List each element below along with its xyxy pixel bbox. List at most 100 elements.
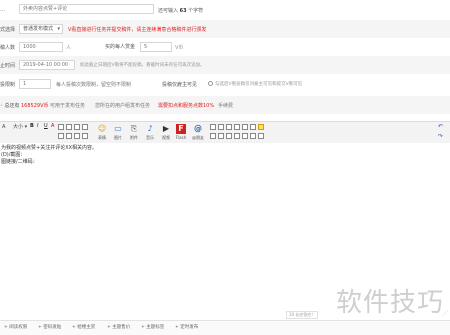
fee-label: ◦ 总还有 [0, 102, 20, 109]
option-password[interactable]: + 密码发贴 [38, 324, 61, 330]
count-row: 稿人数 1000 人 买的每人赏金 5 V币 [0, 38, 450, 56]
hide-icon[interactable] [226, 124, 232, 130]
chevron-down-icon: ▾ [57, 26, 60, 32]
editor-line: (D)/截图： [1, 152, 26, 158]
deadline-label: 止时间 [0, 63, 16, 69]
smiley-icon[interactable] [258, 124, 264, 130]
attachment-label: 附件 [130, 135, 138, 140]
poll-icon[interactable] [242, 133, 248, 139]
deadline-row: 止时间 2019-04-10 00:00 如此截止日期后V看将不能投稿，看截时间… [0, 56, 450, 74]
link-icon[interactable] [66, 133, 72, 139]
mode-select[interactable]: 普通发布模式 ▾ [19, 24, 63, 34]
table-icon[interactable] [82, 133, 88, 139]
counter-value: 63 [179, 8, 187, 14]
undo-icon[interactable]: ↶ [438, 123, 443, 130]
indent-icon[interactable] [58, 133, 64, 139]
option-tip-owner[interactable]: + 给楼主赏 [72, 324, 95, 330]
font-size-select[interactable]: A 大小 ▾ [2, 123, 27, 130]
bold-icon[interactable]: B [30, 123, 34, 129]
list-icon[interactable] [82, 124, 88, 130]
flash-icon[interactable]: F [176, 124, 186, 134]
map-icon[interactable] [234, 133, 240, 139]
underline-icon[interactable]: U [44, 123, 48, 129]
deadline-input[interactable]: 2019-04-10 00:00 [19, 60, 75, 70]
superscript-icon[interactable] [210, 133, 216, 139]
mode-warning: V看直接进行任务并提交稿件，请主连续满意合格稿件进行颁发 [68, 27, 207, 33]
flash-label: Flash [175, 135, 187, 140]
quote-icon[interactable] [218, 124, 224, 130]
subscript-icon[interactable] [218, 133, 224, 139]
count-label: 稿人数 [0, 45, 16, 51]
limit-label: 投限制 [0, 82, 16, 88]
align-left-icon[interactable] [58, 124, 64, 130]
balance-note: 可用于发布任务 [50, 103, 86, 109]
editor-toolbar: A 大小 ▾ B I U A ☺ 表情 ▭ 图片 ⎘ 附件 ♪ 音乐 ▶ 视频 … [0, 121, 450, 145]
video-label: 视频 [162, 135, 170, 140]
at-icon[interactable]: @ [192, 124, 204, 134]
visibility-label: 投稿仅雇主可见 [162, 82, 198, 88]
password-icon[interactable] [234, 124, 240, 130]
editor-line: 图链接/二维码： [1, 159, 38, 165]
format-icon[interactable] [226, 133, 232, 139]
limit-note: 每人投稿次数限制，留空则不限制 [56, 82, 132, 88]
lock-icon[interactable] [250, 124, 256, 130]
option-schedule[interactable]: + 定时发布 [175, 324, 198, 330]
count-unit: 人 [66, 45, 72, 51]
italic-icon[interactable]: I [37, 123, 38, 129]
editor-line: 为我的视频点赞+关注并评论XX相关内容。 [1, 145, 98, 151]
chart-icon[interactable] [250, 133, 256, 139]
chevron-down-icon: ▾ [24, 124, 28, 130]
font-size-label: 大小 [13, 124, 24, 130]
emoji-label: 表情 [98, 135, 106, 140]
fee-note: 您所在的用户组发布任务 [95, 103, 151, 109]
mode-select-value: 普通发布模式 [23, 26, 54, 32]
deadline-note: 如此截止日期后V看将不能投稿，看截时间未有任可再次追加。 [80, 63, 205, 68]
reward-unit: V币 [175, 45, 184, 51]
option-price[interactable]: + 主题售价 [107, 324, 130, 330]
attachment-icon[interactable]: ⎘ [128, 124, 140, 134]
video-icon[interactable]: ▶ [160, 124, 172, 134]
music-icon[interactable]: ♪ [144, 124, 156, 134]
emoji-icon[interactable]: ☺ [96, 124, 108, 134]
title-counter: 还可输入 63 个字符 [158, 7, 203, 14]
mode-label: 式选择 [0, 27, 16, 33]
editor-status-bar: 10 长应答应！ ⋰ [0, 310, 450, 319]
char-counter: 10 长应答应！ [286, 311, 319, 319]
mode-row: 式选择 普通发布模式 ▾ V看直接进行任务并提交稿件，请主连续满意合格稿件进行颁… [0, 20, 450, 38]
visibility-note: 勾选后V看投稿仅对雇主可见和提交V看可见 [215, 82, 303, 87]
title-row: … 外卖内容点赞+评论 还可输入 63 个字符 [0, 0, 450, 20]
count-input[interactable]: 1000 [19, 42, 63, 52]
counter-suffix: 个字符 [188, 8, 204, 14]
title-label: … [0, 7, 5, 13]
reward-label: 买的每人赏金 [105, 44, 136, 50]
info-icon: ◦ [0, 103, 3, 109]
visibility-radio[interactable] [208, 81, 213, 86]
font-color-icon[interactable]: A [2, 124, 5, 130]
reward-input[interactable]: 5 [140, 42, 172, 52]
fee-red-note: 需要扣点和服务点数10% [158, 103, 215, 109]
text-color-icon[interactable]: A [51, 123, 54, 129]
code-icon[interactable] [210, 124, 216, 130]
music-label: 音乐 [146, 135, 154, 140]
redo-icon[interactable]: ↷ [438, 133, 443, 140]
align-right-icon[interactable] [74, 124, 80, 130]
free-icon[interactable] [242, 124, 248, 130]
game-icon[interactable] [258, 133, 264, 139]
balance-amount: 168529V币 [21, 103, 49, 109]
unlink-icon[interactable] [74, 133, 80, 139]
image-icon[interactable]: ▭ [112, 124, 124, 134]
limit-row: 投限制 1 每人投稿次数限制，留空则不限制 投稿仅雇主可见 勾选后V看投稿仅对雇… [0, 74, 450, 94]
limit-input[interactable]: 1 [19, 79, 51, 89]
fee-label-text: 总还有 [4, 103, 20, 109]
title-input[interactable]: 外卖内容点赞+评论 [19, 4, 154, 14]
align-center-icon[interactable] [66, 124, 72, 130]
fee-row: ◦ 总还有 168529V币 可用于发布任务 您所在的用户组发布任务 需要扣点和… [0, 96, 450, 114]
at-label: @朋友 [192, 135, 204, 140]
option-read-permission[interactable]: + 阅读权限 [4, 324, 27, 330]
fee-tail: 手续费 [218, 103, 234, 109]
image-label: 图片 [114, 135, 122, 140]
counter-prefix: 还可输入 [158, 8, 179, 14]
post-options-bar: + 阅读权限 + 密码发贴 + 给楼主赏 + 主题售价 + 主题标签 + 定时发… [0, 320, 450, 335]
resize-handle-icon[interactable]: ⋰ [442, 310, 448, 317]
option-tags[interactable]: + 主题标签 [141, 324, 164, 330]
